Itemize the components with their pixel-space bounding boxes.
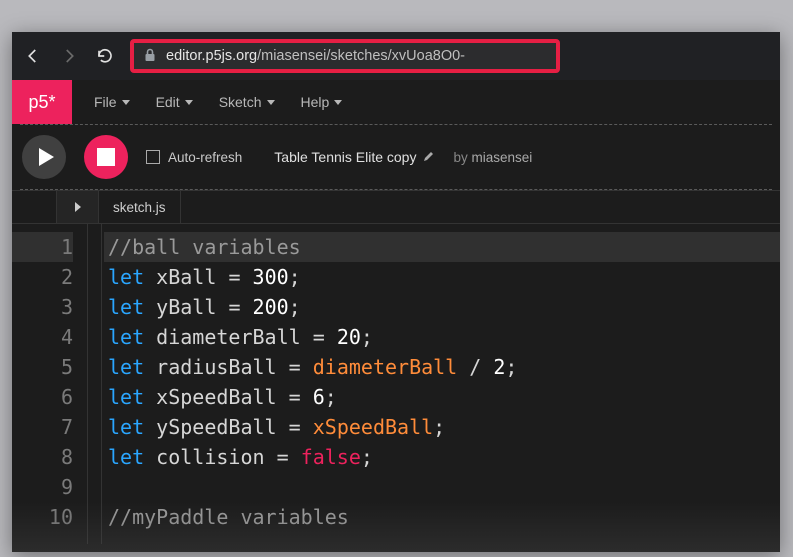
menu-file[interactable]: File (94, 94, 130, 110)
stop-button[interactable] (84, 135, 128, 179)
author-label: by miasensei (453, 150, 532, 165)
code-line[interactable]: let ySpeedBall = xSpeedBall; (104, 412, 780, 442)
code-editor[interactable]: 12345678910 //ball variableslet xBall = … (12, 224, 780, 544)
code-line[interactable]: //ball variables (104, 232, 780, 262)
reload-button[interactable] (94, 45, 116, 67)
sketch-name[interactable]: Table Tennis Elite copy (274, 149, 435, 165)
chevron-down-icon (334, 100, 342, 105)
chevron-down-icon (185, 100, 193, 105)
gutter-header (12, 191, 57, 223)
expand-sidebar-button[interactable] (57, 191, 99, 223)
code-line[interactable]: let collision = false; (104, 442, 780, 472)
auto-refresh-label: Auto-refresh (168, 150, 242, 165)
checkbox-icon[interactable] (146, 150, 160, 164)
line-number-gutter: 12345678910 (12, 224, 88, 544)
code-area[interactable]: //ball variableslet xBall = 300;let yBal… (102, 224, 780, 544)
url-text: editor.p5js.org/miasensei/sketches/xvUoa… (166, 48, 465, 64)
chevron-down-icon (267, 100, 275, 105)
forward-button[interactable] (58, 45, 80, 67)
stop-icon (97, 148, 115, 166)
menu-help[interactable]: Help (301, 94, 343, 110)
line-number: 5 (12, 352, 73, 382)
auto-refresh-toggle[interactable]: Auto-refresh (146, 150, 242, 165)
code-line[interactable]: let yBall = 200; (104, 292, 780, 322)
menu-sketch[interactable]: Sketch (219, 94, 275, 110)
line-number: 3 (12, 292, 73, 322)
code-line[interactable]: //myPaddle variables (104, 502, 780, 532)
play-icon (39, 148, 54, 166)
menu-edit[interactable]: Edit (156, 94, 193, 110)
play-button[interactable] (22, 135, 66, 179)
line-number: 10 (12, 502, 73, 532)
line-number: 9 (12, 472, 73, 502)
menu-list: File Edit Sketch Help (72, 80, 342, 124)
code-line[interactable]: let xBall = 300; (104, 262, 780, 292)
code-line[interactable]: let radiusBall = diameterBall / 2; (104, 352, 780, 382)
back-button[interactable] (22, 45, 44, 67)
line-number: 4 (12, 322, 73, 352)
menu-bar: p5* File Edit Sketch Help (12, 80, 780, 124)
code-line[interactable]: let xSpeedBall = 6; (104, 382, 780, 412)
app-window: editor.p5js.org/miasensei/sketches/xvUoa… (12, 32, 780, 552)
edit-icon[interactable] (423, 150, 435, 165)
fold-gutter (88, 224, 102, 544)
line-number: 7 (12, 412, 73, 442)
file-tab[interactable]: sketch.js (99, 191, 181, 223)
file-tab-row: sketch.js (12, 190, 780, 224)
line-number: 6 (12, 382, 73, 412)
line-number: 8 (12, 442, 73, 472)
p5-logo[interactable]: p5* (12, 80, 72, 124)
line-number: 2 (12, 262, 73, 292)
line-number: 1 (12, 232, 73, 262)
chevron-down-icon (122, 100, 130, 105)
lock-icon (144, 48, 156, 65)
code-line[interactable]: let diameterBall = 20; (104, 322, 780, 352)
browser-bar: editor.p5js.org/miasensei/sketches/xvUoa… (12, 32, 780, 80)
toolbar: Auto-refresh Table Tennis Elite copy by … (12, 125, 780, 189)
code-line[interactable] (104, 472, 780, 502)
url-bar[interactable]: editor.p5js.org/miasensei/sketches/xvUoa… (130, 39, 560, 73)
chevron-right-icon (75, 202, 81, 212)
